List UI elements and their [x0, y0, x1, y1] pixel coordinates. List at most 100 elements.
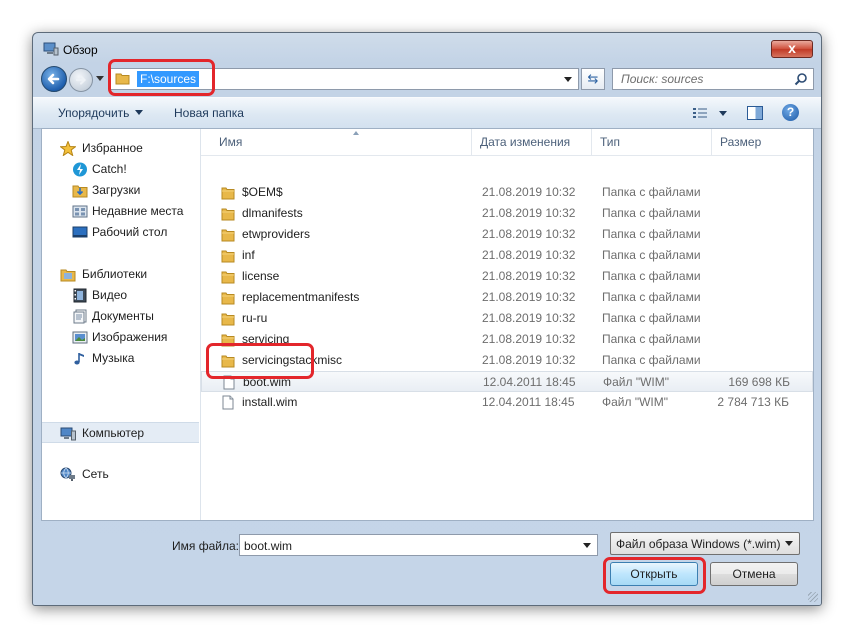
file-type: Папка с файлами [602, 269, 701, 283]
nav-item-label: Рабочий стол [92, 225, 168, 239]
nav-favorites[interactable]: Избранное [42, 138, 199, 159]
file-type: Папка с файлами [602, 290, 701, 304]
nav-music[interactable]: Музыка [42, 348, 199, 369]
nav-recent-places[interactable]: Недавние места [42, 201, 199, 222]
file-type: Папка с файлами [602, 185, 701, 199]
view-options-icon[interactable] [693, 107, 707, 119]
search-icon[interactable] [794, 72, 808, 86]
search-placeholder: Поиск: sources [621, 72, 704, 86]
nav-network[interactable]: Сеть [42, 464, 199, 485]
file-icon [222, 395, 234, 410]
file-row[interactable]: $OEM$ 21.08.2019 10:32 Папка с файлами [201, 182, 813, 203]
file-date: 21.08.2019 10:32 [482, 353, 576, 367]
music-icon [74, 353, 84, 365]
nav-item-label: Документы [92, 309, 154, 323]
refresh-button[interactable]: ⇆ [581, 68, 605, 90]
search-input[interactable]: Поиск: sources [612, 68, 814, 90]
column-header-size[interactable]: Размер [712, 129, 812, 155]
recent-places-icon [72, 205, 88, 218]
filename-value[interactable]: boot.wim [244, 539, 292, 553]
video-icon [73, 288, 87, 303]
nav-downloads[interactable]: Загрузки [42, 180, 199, 201]
navigation-pane: Избранное Catch! Загрузки Недавние места… [42, 129, 201, 520]
file-name: inf [242, 248, 255, 262]
nav-item-label: Музыка [92, 351, 135, 365]
help-icon[interactable]: ? [782, 104, 799, 121]
file-date: 21.08.2019 10:32 [482, 227, 576, 241]
column-header-date[interactable]: Дата изменения [472, 129, 592, 155]
content-area: Избранное Catch! Загрузки Недавние места… [41, 128, 814, 521]
organize-button[interactable]: Упорядочить [58, 106, 144, 120]
file-date: 12.04.2011 18:45 [483, 375, 576, 389]
column-header-type[interactable]: Тип [592, 129, 712, 155]
folder-icon [221, 250, 235, 263]
nav-desktop[interactable]: Рабочий стол [42, 222, 199, 243]
file-date: 21.08.2019 10:32 [482, 311, 576, 325]
address-dropdown[interactable] [564, 77, 572, 82]
forward-button[interactable] [69, 68, 93, 92]
filename-input[interactable]: boot.wim [239, 534, 598, 556]
file-row[interactable]: dlmanifests 21.08.2019 10:32 Папка с файла… [201, 203, 813, 224]
computer-icon [43, 42, 59, 56]
open-button-highlight-mark [603, 557, 706, 594]
folder-icon [221, 292, 235, 305]
back-arrow-icon [47, 73, 60, 85]
file-type: Папка с файлами [602, 227, 701, 241]
nav-documents[interactable]: Документы [42, 306, 199, 327]
file-row[interactable]: ru-ru 21.08.2019 10:32 Папка с файлами [201, 308, 813, 329]
resize-grip[interactable] [808, 592, 818, 602]
new-folder-button[interactable]: Новая папка [174, 106, 244, 120]
computer-icon [60, 427, 76, 441]
file-date: 21.08.2019 10:32 [482, 206, 576, 220]
documents-icon [73, 309, 87, 324]
folder-icon [221, 187, 235, 200]
file-date: 21.08.2019 10:32 [482, 248, 576, 262]
folder-icon [221, 313, 235, 326]
nav-video[interactable]: Видео [42, 285, 199, 306]
file-row[interactable]: etwproviders 21.08.2019 10:32 Папка с файл… [201, 224, 813, 245]
recent-pages-dropdown[interactable] [96, 76, 104, 81]
file-type: Папка с файлами [602, 311, 701, 325]
back-button[interactable] [41, 66, 67, 92]
column-header-name-label: Имя [219, 135, 243, 149]
nav-item-label: Изображения [92, 330, 168, 344]
nav-libraries-label: Библиотеки [82, 267, 148, 281]
refresh-icon: ⇆ [587, 71, 599, 86]
nav-network-label: Сеть [82, 467, 109, 481]
view-dropdown[interactable] [719, 111, 727, 116]
file-row[interactable]: license 21.08.2019 10:32 Папка с файлами [201, 266, 813, 287]
nav-item-label: Загрузки [92, 183, 141, 197]
filetype-select[interactable]: Файл образа Windows (*.wim) [610, 532, 800, 555]
pictures-icon [72, 331, 88, 344]
preview-pane-icon[interactable] [747, 106, 763, 120]
close-button[interactable]: x [771, 40, 813, 58]
file-name: install.wim [242, 395, 298, 409]
nav-pictures[interactable]: Изображения [42, 327, 199, 348]
chevron-down-icon [785, 541, 793, 546]
file-row[interactable]: inf 21.08.2019 10:32 Папка с файлами [201, 245, 813, 266]
boot-wim-highlight-mark [206, 343, 314, 379]
file-name: $OEM$ [242, 185, 283, 199]
file-name: replacementmanifests [242, 290, 360, 304]
network-icon [60, 467, 75, 481]
column-header-name[interactable]: Имя [211, 129, 472, 155]
nav-computer[interactable]: Компьютер [42, 422, 199, 443]
file-row[interactable]: replacementmanifests 21.08.2019 10:32 Папк… [201, 287, 813, 308]
window-title: Обзор [63, 43, 98, 57]
file-row[interactable]: install.wim 12.04.2011 18:45 Файл "WIM" 2 7… [201, 392, 813, 413]
address-highlight-mark [108, 59, 215, 96]
file-type: Папка с файлами [602, 332, 701, 346]
filename-dropdown[interactable] [583, 543, 591, 548]
folder-icon [221, 271, 235, 284]
sort-ascending-icon [353, 131, 359, 135]
star-icon [60, 141, 76, 156]
organize-label: Упорядочить [58, 106, 130, 120]
cancel-button[interactable]: Отмена [710, 562, 798, 586]
nav-computer-label: Компьютер [82, 426, 145, 440]
nav-catch[interactable]: Catch! [42, 159, 199, 180]
nav-libraries[interactable]: Библиотеки [42, 264, 199, 285]
file-name: license [242, 269, 280, 283]
nav-item-label: Видео [92, 288, 128, 302]
file-type: Файл "WIM" [603, 375, 670, 389]
file-size: 169 698 КБ [728, 375, 790, 389]
